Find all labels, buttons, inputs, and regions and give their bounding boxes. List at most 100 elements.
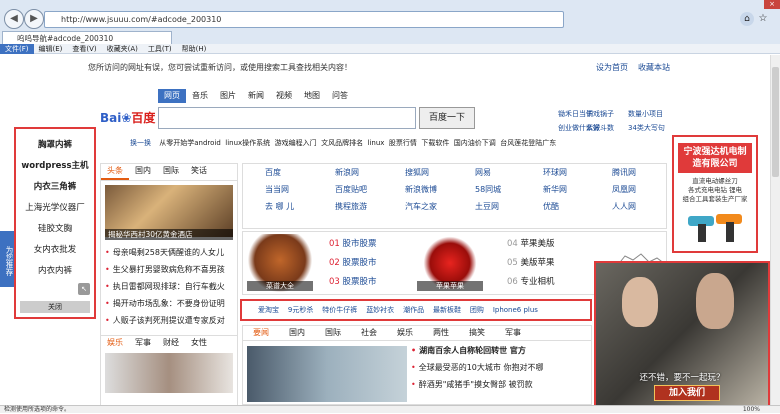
side-link[interactable]: 紫微斗数 — [586, 123, 614, 133]
news-tab-headline[interactable]: 头条 — [101, 164, 129, 180]
promo-link[interactable]: 股票股市 — [343, 258, 377, 268]
news3-tab[interactable]: 社会 — [351, 326, 387, 340]
site-link[interactable]: 环球网 — [543, 167, 567, 178]
site-link[interactable]: 人人网 — [612, 201, 636, 212]
site-link[interactable]: 搜狐网 — [405, 167, 429, 178]
menu-file[interactable]: 文件(F) — [0, 44, 34, 54]
news2-tab[interactable]: 军事 — [129, 336, 157, 350]
hot-link[interactable]: 国内油价下调 — [454, 139, 496, 147]
menu-tools[interactable]: 工具(T) — [143, 44, 177, 54]
site-link[interactable]: 网易 — [475, 167, 491, 178]
news-item[interactable]: 揭开动市场乱象：不要身份证明 — [105, 295, 233, 312]
site-link[interactable]: 58同城 — [475, 184, 501, 195]
hot-link[interactable]: linux操作系统 — [225, 139, 270, 147]
promo-link[interactable]: 专业相机 — [521, 277, 555, 287]
recommend-float-tab[interactable]: 为您推荐 — [0, 231, 14, 287]
url-text[interactable]: http://www.jsuuu.com/#adcode_200310 — [61, 15, 221, 24]
site-link[interactable]: 新浪网 — [335, 167, 359, 178]
browser-tab[interactable]: 呜呜导航#adcode_200310 — [2, 31, 172, 45]
search-tab-news[interactable]: 新闻 — [242, 89, 270, 103]
side-link[interactable]: 34类大写句 — [628, 123, 665, 133]
news3-tab[interactable]: 国际 — [315, 326, 351, 340]
hot-link[interactable]: 股票行情 — [389, 139, 417, 147]
news-tab-intl[interactable]: 国际 — [157, 164, 185, 178]
scroll-thumb[interactable] — [772, 67, 779, 177]
promo-link[interactable]: 苹果美版 — [521, 239, 555, 249]
star-icon[interactable]: ☆ — [756, 12, 770, 26]
vertical-scrollbar[interactable] — [770, 55, 780, 405]
left-ad-close[interactable]: 关闭 — [20, 301, 90, 313]
shop-link[interactable]: 蓝妙衬衣 — [366, 306, 394, 314]
news-tab-joke[interactable]: 笑话 — [185, 164, 213, 178]
site-link[interactable]: 汽车之家 — [405, 201, 437, 212]
set-homepage-link[interactable]: 设为首页 — [596, 62, 628, 73]
news-item[interactable]: 生父暴打男婴致病危称不喜男孩 — [105, 261, 233, 278]
right-ad-box[interactable]: 宁波强达机电制造有限公司 直流电动螺丝刀 各式充电电钻 锂电 组合工具套装生产厂… — [672, 135, 758, 253]
hot-link[interactable]: 文风品牌排名 — [321, 139, 363, 147]
news2-tab[interactable]: 娱乐 — [101, 336, 129, 350]
news-item[interactable]: 执日雷都网现排球：自行车截火 — [105, 278, 233, 295]
apple-caption[interactable]: 苹果苹果 — [417, 281, 483, 291]
search-tab-music[interactable]: 音乐 — [186, 89, 214, 103]
hot-link[interactable]: 台风莲花登陆广东 — [500, 139, 556, 147]
shop-link[interactable]: 潮作品 — [403, 306, 424, 314]
shop-link[interactable]: 爱淘宝 — [258, 306, 279, 314]
home-icon[interactable]: ⌂ — [740, 12, 754, 26]
shop-link[interactable]: 最新板鞋 — [433, 306, 461, 314]
shop-link[interactable]: 9元秒杀 — [288, 306, 313, 314]
news3-tab[interactable]: 国内 — [279, 326, 315, 340]
news3-item[interactable]: 全球最受恶的10大城市 你抱对不哪 — [411, 359, 587, 376]
left-ad-item[interactable]: 胸罩内裤 — [16, 135, 94, 156]
news3-item[interactable]: 醉酒男"咸猪手"摸女臀部 被罚款 — [411, 376, 587, 393]
search-tab-image[interactable]: 图片 — [214, 89, 242, 103]
hot-link[interactable]: 下载软件 — [421, 139, 449, 147]
menu-view[interactable]: 查看(V) — [67, 44, 101, 54]
left-ad-item[interactable]: 内衣三角裤 — [16, 177, 94, 198]
menu-help[interactable]: 帮助(H) — [177, 44, 212, 54]
search-tab-qa[interactable]: 问答 — [326, 89, 354, 103]
news2-tab[interactable]: 财经 — [157, 336, 185, 350]
menu-edit[interactable]: 编辑(E) — [34, 44, 68, 54]
news3-item[interactable]: 湖南百余人自称轮回转世 官方 — [411, 342, 587, 359]
news-item[interactable]: 人贩子该判死刑提议遭专家反对 — [105, 312, 233, 329]
site-link[interactable]: 腾讯网 — [612, 167, 636, 178]
promo-link[interactable]: 美版苹果 — [521, 258, 555, 268]
window-close-button[interactable]: × — [764, 0, 780, 9]
site-link[interactable]: 携程旅游 — [335, 201, 367, 212]
news3-tab[interactable]: 娱乐 — [387, 326, 423, 340]
news3-tab[interactable]: 搞笑 — [459, 326, 495, 340]
left-ad-item[interactable]: 上海光学仪器厂 — [16, 198, 94, 219]
site-link[interactable]: 当当网 — [265, 184, 289, 195]
bookmark-link[interactable]: 收藏本站 — [638, 62, 670, 73]
shop-link[interactable]: 特价牛仔裤 — [322, 306, 357, 314]
search-tab-video[interactable]: 视频 — [270, 89, 298, 103]
news3-tab[interactable]: 要闻 — [243, 326, 279, 340]
address-bar[interactable]: http://www.jsuuu.com/#adcode_200310 — [44, 11, 564, 28]
site-link[interactable]: 优酷 — [543, 201, 559, 212]
ent-image[interactable] — [105, 353, 233, 393]
site-link[interactable]: 凤凰网 — [612, 184, 636, 195]
hot-link[interactable]: linux — [368, 139, 385, 147]
side-link[interactable]: 数量小项目 — [628, 109, 663, 119]
site-link[interactable]: 土豆网 — [475, 201, 499, 212]
menu-favorites[interactable]: 收藏夹(A) — [102, 44, 143, 54]
join-button[interactable]: 加入我们 — [654, 385, 720, 401]
news3-tab[interactable]: 两性 — [423, 326, 459, 340]
refresh-link[interactable]: 换一换 — [130, 139, 151, 147]
left-ad-item[interactable]: 女内衣批发 — [16, 240, 94, 261]
forward-button[interactable]: ▶ — [24, 9, 44, 29]
news-item[interactable]: 母亲喝剩258天俩醒谁的人女儿 — [105, 244, 233, 261]
shop-link[interactable]: 团购 — [470, 306, 484, 314]
hot-link[interactable]: 游戏编程入门 — [275, 139, 317, 147]
news3-tab[interactable]: 军事 — [495, 326, 531, 340]
left-ad-item[interactable]: wordpress主机 — [16, 156, 94, 177]
left-ad-item[interactable]: 硅胶文胸 — [16, 219, 94, 240]
site-link[interactable]: 新浪微博 — [405, 184, 437, 195]
video-ad[interactable]: 还不错，要不一起玩？ 加入我们 — [594, 261, 770, 405]
search-input[interactable] — [158, 107, 416, 129]
promo-link[interactable]: 股票股市 — [343, 277, 377, 287]
news-caption[interactable]: 揭秘华西村30亿黄金酒店 — [105, 229, 233, 240]
left-ad-item[interactable]: 内衣内裤 — [16, 261, 94, 282]
search-button[interactable]: 百度一下 — [419, 107, 475, 129]
news3-image[interactable] — [247, 346, 407, 402]
